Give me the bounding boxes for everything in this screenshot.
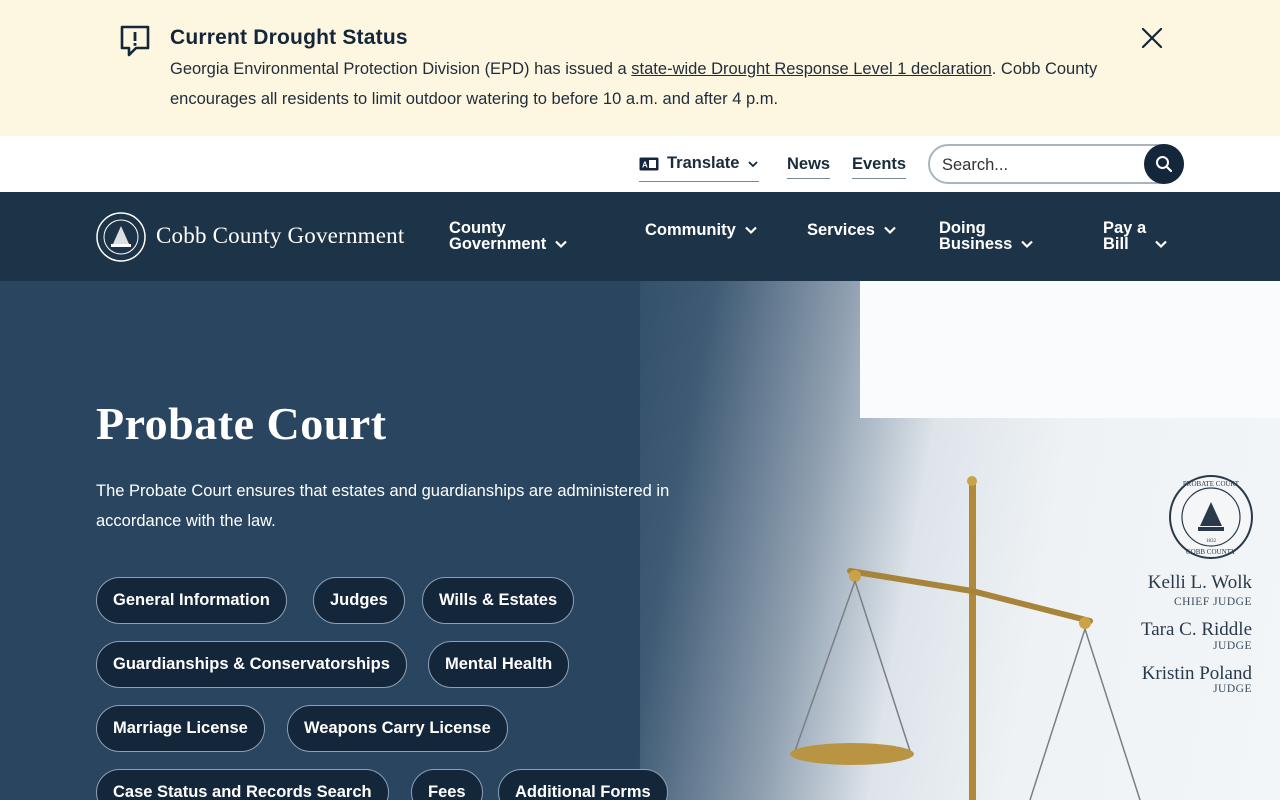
hero-section: PROBATE COURT 1832 COBB COUNTY Kelli L. … [0, 281, 1280, 800]
drought-alert-banner: Current Drought Status Georgia Environme… [0, 0, 1280, 136]
judge-role: CHIEF JUDGE [1173, 596, 1252, 608]
translate-icon: A [639, 157, 659, 170]
chevron-down-icon [555, 240, 567, 249]
utility-bar: A Translate News Events [0, 136, 1280, 192]
seal-text-bottom: COBB COUNTY [1186, 548, 1236, 556]
search-box [928, 144, 1184, 184]
case-status-button[interactable]: Case Status and Records Search [96, 769, 389, 800]
nav-label-line1: Doing [939, 219, 986, 237]
nav-label-line1: County [449, 219, 506, 237]
nav-label-line2: Bill [1103, 235, 1129, 253]
probate-court-seal: PROBATE COURT 1832 COBB COUNTY [1169, 475, 1253, 559]
county-seal-logo[interactable] [96, 212, 146, 262]
alert-exclamation-icon [120, 25, 150, 57]
wills-estates-button[interactable]: Wills & Estates [422, 577, 575, 624]
mental-health-button[interactable]: Mental Health [428, 641, 570, 688]
guardianships-button[interactable]: Guardianships & Conservatorships [96, 641, 407, 688]
nav-doing-business[interactable]: Doing Business [939, 220, 1034, 252]
additional-forms-button[interactable]: Additional Forms [498, 769, 668, 800]
judge-role: JUDGE [1213, 683, 1252, 695]
nav-label: Community [645, 221, 736, 239]
chevron-down-icon [748, 160, 759, 167]
nav-pay-a-bill[interactable]: Pay a Bill [1103, 220, 1168, 252]
weapons-carry-license-button[interactable]: Weapons Carry License [287, 705, 508, 752]
chevron-down-icon [1155, 240, 1167, 249]
general-information-button[interactable]: General Information [96, 577, 287, 624]
scales-of-justice-image [790, 476, 1141, 800]
judge-name: Kristin Poland [1141, 663, 1252, 684]
page-description: The Probate Court ensures that estates a… [96, 482, 670, 530]
judge-role: JUDGE [1213, 640, 1252, 652]
events-link[interactable]: Events [852, 155, 907, 179]
nav-label-line2: Business [939, 235, 1013, 253]
translate-label: Translate [667, 154, 740, 172]
search-input[interactable] [942, 152, 1138, 178]
seal-text-top: PROBATE COURT [1183, 480, 1240, 488]
page-title: Probate Court [96, 398, 387, 449]
close-icon[interactable] [1139, 25, 1165, 51]
site-title[interactable]: Cobb County Government [156, 223, 404, 249]
nav-label-line1: Pay a [1103, 219, 1147, 237]
search-icon [1156, 156, 1173, 173]
chevron-down-icon [744, 226, 757, 235]
alert-title: Current Drought Status [170, 26, 408, 49]
news-link[interactable]: News [787, 155, 831, 179]
nav-label: Services [807, 221, 875, 239]
nav-county-government[interactable]: County Government [449, 220, 568, 252]
main-navigation: Cobb County Government County Government … [0, 192, 1280, 281]
judge-name: Tara C. Riddle [1140, 619, 1252, 640]
search-button[interactable] [1144, 144, 1184, 184]
seal-year: 1832 [1206, 539, 1217, 544]
marriage-license-button[interactable]: Marriage License [96, 705, 265, 752]
chevron-down-icon [1021, 240, 1034, 249]
drought-declaration-link[interactable]: state-wide Drought Response Level 1 decl… [631, 60, 991, 78]
judge-name: Kelli L. Wolk [1147, 572, 1252, 593]
alert-body-text: Georgia Environmental Protection Divisio… [170, 60, 632, 78]
svg-text:A: A [642, 160, 648, 169]
nav-label-line2: Government [449, 235, 547, 253]
alert-body: Georgia Environmental Protection Divisio… [170, 54, 1140, 114]
judges-button[interactable]: Judges [313, 577, 405, 624]
nav-services[interactable]: Services [807, 222, 897, 238]
nav-community[interactable]: Community [645, 222, 758, 238]
translate-button[interactable]: A Translate [639, 152, 760, 182]
fees-button[interactable]: Fees [411, 769, 483, 800]
chevron-down-icon [884, 226, 896, 235]
hero-background-light [860, 281, 1280, 418]
